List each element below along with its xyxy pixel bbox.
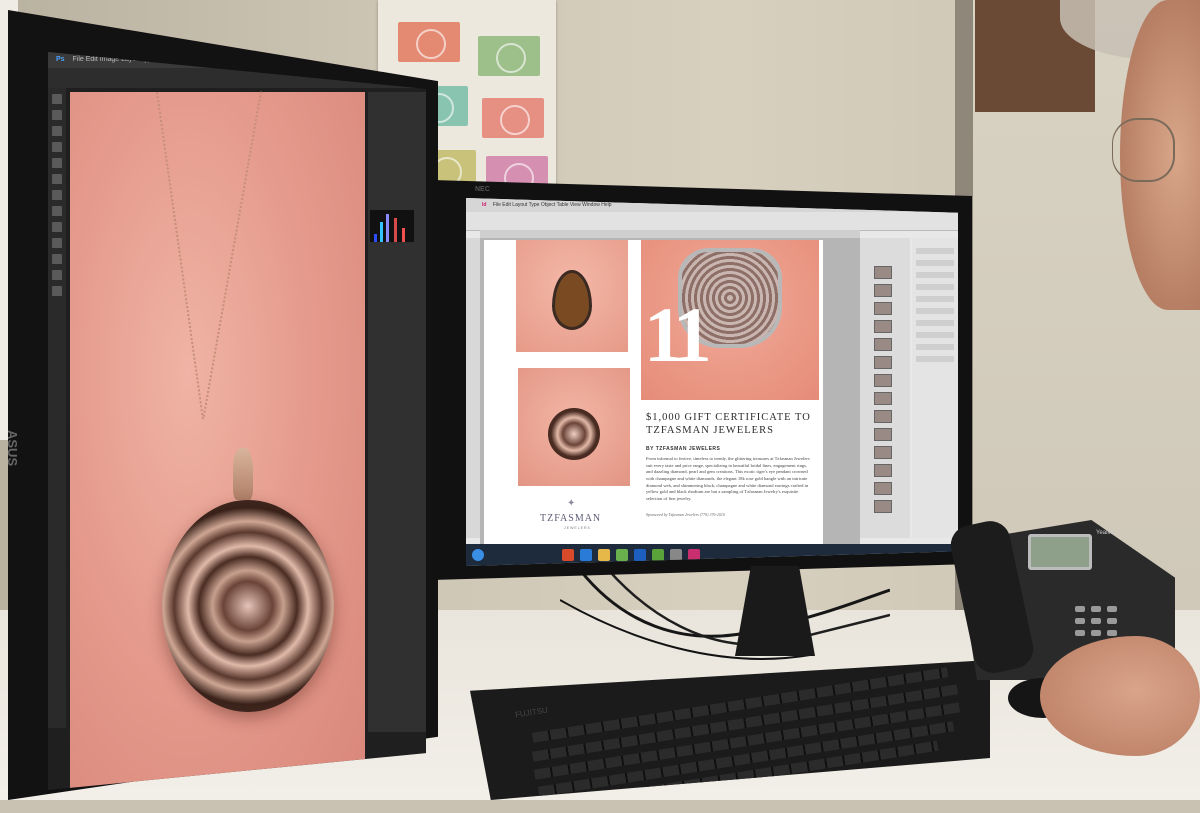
phone-display (1028, 534, 1092, 570)
page-thumbnail[interactable] (874, 302, 892, 315)
page-thumbnail[interactable] (874, 338, 892, 351)
hand-tool-icon[interactable] (52, 270, 62, 280)
teardrop-pendant-photo[interactable] (516, 240, 628, 352)
page-thumbnail[interactable] (874, 464, 892, 477)
poster-swatch-green (478, 36, 540, 76)
page-thumbnail[interactable] (874, 482, 892, 495)
layout-credit: Sponsored by Tzfasman Jewelers (770) 376… (646, 512, 725, 517)
asus-logo: ASUS (5, 430, 20, 467)
panel-row[interactable] (916, 344, 954, 350)
brand-logo-sub: JEWELERS (564, 526, 591, 530)
panel-row[interactable] (916, 284, 954, 290)
indesign-window: Id File Edit Layout Type Object Table Vi… (466, 198, 958, 566)
app-icon[interactable] (616, 549, 628, 561)
panel-row[interactable] (916, 320, 954, 326)
photoshop-canvas[interactable] (70, 91, 365, 790)
necklace-chain-left (156, 91, 208, 420)
histogram-blue (374, 234, 377, 242)
poster-swatch-red (398, 22, 460, 62)
diamond-logo-icon: ✦ (567, 498, 576, 509)
panel-row[interactable] (916, 296, 954, 302)
app-icon[interactable] (670, 549, 682, 561)
id-menu-items[interactable]: File Edit Layout Type Object Table View … (493, 202, 612, 208)
browser-icon[interactable] (562, 549, 574, 561)
panel-row[interactable] (916, 248, 954, 254)
photoshop-window: Ps File Edit Image Layer Type Select Fil… (48, 52, 426, 790)
page-thumbnail[interactable] (874, 446, 892, 459)
layout-byline: BY TZFASMAN JEWELERS (646, 446, 721, 452)
app-icon[interactable] (652, 549, 664, 561)
histogram-mixed (386, 214, 389, 242)
page-thumbnail[interactable] (874, 392, 892, 405)
photoshop-icon[interactable] (634, 549, 646, 561)
panel-row[interactable] (916, 272, 954, 278)
phone-key[interactable] (1075, 618, 1085, 624)
layout-headline: $1,000 GIFT CERTIFICATE TO TZFASMAN JEWE… (646, 412, 811, 437)
layout-body-text: From informal to festive, timeless to tr… (646, 456, 810, 501)
histogram-red (394, 218, 397, 242)
brush-tool-icon[interactable] (52, 174, 62, 184)
ps-logo-icon: Ps (56, 56, 65, 63)
tigers-eye-pendant (552, 270, 592, 330)
page-thumbnail[interactable] (874, 428, 892, 441)
necklace-chain-right (202, 91, 266, 418)
id-logo-icon: Id (482, 202, 487, 208)
page-thumbnail[interactable] (874, 320, 892, 333)
lasso-tool-icon[interactable] (52, 126, 62, 136)
marquee-tool-icon[interactable] (52, 110, 62, 120)
phone-key[interactable] (1091, 606, 1101, 612)
histogram-red-high (402, 228, 405, 242)
eyedropper-tool-icon[interactable] (52, 158, 62, 168)
brand-logo: TZFASMAN (540, 513, 602, 524)
nec-logo: NEC (475, 186, 490, 193)
pendant-bail (233, 448, 253, 500)
phone-key[interactable] (1107, 606, 1117, 612)
phone-key[interactable] (1107, 618, 1117, 624)
page-thumbnail[interactable] (874, 374, 892, 387)
panel-row[interactable] (916, 332, 954, 338)
page-thumbnail[interactable] (874, 410, 892, 423)
histogram-panel (370, 210, 414, 242)
pen-tool-icon[interactable] (52, 238, 62, 248)
page-thumbnail[interactable] (874, 500, 892, 513)
eyeglasses (1112, 118, 1175, 182)
histogram-cyan (380, 222, 383, 242)
properties-panel[interactable] (912, 238, 958, 538)
document-tab[interactable] (480, 230, 860, 238)
start-button-icon[interactable] (472, 549, 484, 561)
indesign-control-panel[interactable] (466, 212, 958, 231)
gradient-tool-icon[interactable] (52, 222, 62, 232)
stamp-tool-icon[interactable] (52, 190, 62, 200)
phone-key[interactable] (1091, 630, 1101, 636)
eraser-tool-icon[interactable] (52, 206, 62, 216)
folder-icon[interactable] (598, 549, 610, 561)
poster-swatch-pink (482, 98, 544, 138)
panel-row[interactable] (916, 356, 954, 362)
page-thumbnail[interactable] (874, 266, 892, 279)
phone-key[interactable] (1091, 618, 1101, 624)
phone-key[interactable] (1075, 606, 1085, 612)
photoshop-toolbar[interactable] (48, 88, 66, 728)
phone-key[interactable] (1075, 630, 1085, 636)
photoshop-panels[interactable] (368, 92, 426, 732)
phone-key[interactable] (1107, 630, 1117, 636)
pages-panel[interactable] (860, 238, 910, 538)
page-thumbnail[interactable] (874, 284, 892, 297)
diamond-medallion (548, 408, 600, 460)
move-tool-icon[interactable] (52, 94, 62, 104)
type-tool-icon[interactable] (52, 254, 62, 264)
pendant-photo (162, 500, 334, 712)
cable-bundle (560, 560, 890, 660)
panel-row[interactable] (916, 260, 954, 266)
round-pendant-photo[interactable] (518, 368, 630, 486)
ie-icon[interactable] (580, 549, 592, 561)
zoom-tool-icon[interactable] (52, 286, 62, 296)
indesign-toolbar[interactable] (466, 238, 480, 538)
crop-tool-icon[interactable] (52, 142, 62, 152)
page-number: 11 (644, 291, 712, 378)
page-thumbnail[interactable] (874, 356, 892, 369)
panel-row[interactable] (916, 308, 954, 314)
phone-brand: Yealink (1096, 530, 1116, 536)
